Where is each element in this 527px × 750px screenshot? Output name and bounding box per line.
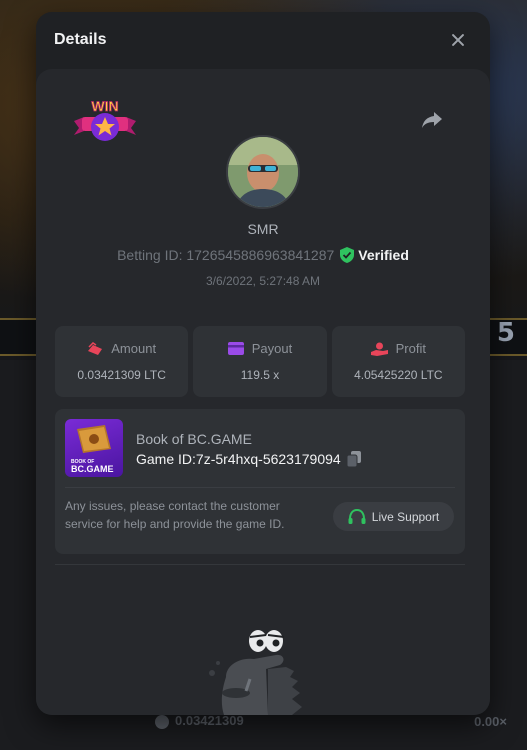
modal-body: WIN SMR Betting ID: 1726545886963841287 bbox=[36, 69, 490, 715]
stats-row: Amount 0.03421309 LTC Payout 119.5 x Pro… bbox=[55, 326, 465, 397]
headset-icon bbox=[348, 508, 366, 524]
thumb-text-bottom: BC.GAME bbox=[71, 464, 114, 474]
modal-header: Details bbox=[36, 12, 490, 68]
stat-head-payout: Payout bbox=[227, 341, 292, 356]
avatar-photo-icon bbox=[228, 137, 298, 207]
stat-value-profit: 4.05425220 LTC bbox=[354, 368, 443, 382]
win-text: WIN bbox=[91, 98, 118, 114]
win-badge-icon: WIN bbox=[74, 98, 136, 141]
coin-icon bbox=[155, 714, 169, 729]
shield-check-icon bbox=[340, 247, 355, 263]
stat-value-payout: 119.5 x bbox=[240, 368, 280, 382]
stat-card-payout: Payout 119.5 x bbox=[193, 326, 327, 397]
game-id: Game ID:7z-5r4hxq-5623179094 bbox=[136, 451, 341, 467]
verified-label: Verified bbox=[358, 247, 409, 263]
book-thumbnail-icon: BOOK OF BC.GAME bbox=[71, 425, 114, 474]
footer-right-value: 0.00× bbox=[474, 713, 507, 729]
profit-hand-icon bbox=[370, 342, 388, 356]
betting-id: Betting ID: 1726545886963841287 bbox=[117, 247, 335, 263]
copy-icon[interactable] bbox=[346, 451, 361, 467]
verified-badge: Verified bbox=[340, 247, 409, 263]
stat-value-amount: 0.03421309 LTC bbox=[77, 368, 166, 382]
crocodile-mascot-icon bbox=[209, 630, 302, 715]
betting-id-row: Betting ID: 1726545886963841287 Verified bbox=[36, 247, 490, 263]
share-icon[interactable] bbox=[421, 111, 443, 129]
section-divider bbox=[55, 564, 465, 565]
close-icon[interactable] bbox=[448, 30, 468, 50]
stat-card-profit: Profit 4.05425220 LTC bbox=[331, 326, 465, 397]
details-modal: Details WIN SMR Betting ID: 172654588696… bbox=[36, 12, 490, 715]
wallet-card-icon bbox=[227, 342, 244, 355]
modal-title: Details bbox=[54, 31, 107, 48]
money-wing-icon bbox=[88, 341, 103, 355]
support-hint-text: Any issues, please contact the customer … bbox=[65, 499, 285, 531]
stat-head-profit: Profit bbox=[370, 341, 426, 356]
footer-amount: 0.03421309 bbox=[155, 713, 244, 729]
bet-timestamp: 3/6/2022, 5:27:48 AM bbox=[205, 274, 321, 288]
stat-card-amount: Amount 0.03421309 LTC bbox=[55, 326, 189, 397]
game-card: BOOK OF BC.GAME Book of BC.GAME Game ID:… bbox=[55, 409, 465, 554]
avatar bbox=[226, 135, 300, 209]
game-thumbnail[interactable]: BOOK OF BC.GAME bbox=[65, 419, 123, 477]
stat-head-amount: Amount bbox=[87, 341, 156, 356]
game-id-row: Game ID:7z-5r4hxq-5623179094 bbox=[136, 451, 361, 467]
game-card-divider bbox=[65, 487, 455, 488]
live-support-button[interactable]: Live Support bbox=[333, 502, 454, 531]
username: SMR bbox=[247, 221, 279, 237]
game-name[interactable]: Book of BC.GAME bbox=[136, 431, 252, 447]
live-support-label: Live Support bbox=[371, 509, 440, 524]
